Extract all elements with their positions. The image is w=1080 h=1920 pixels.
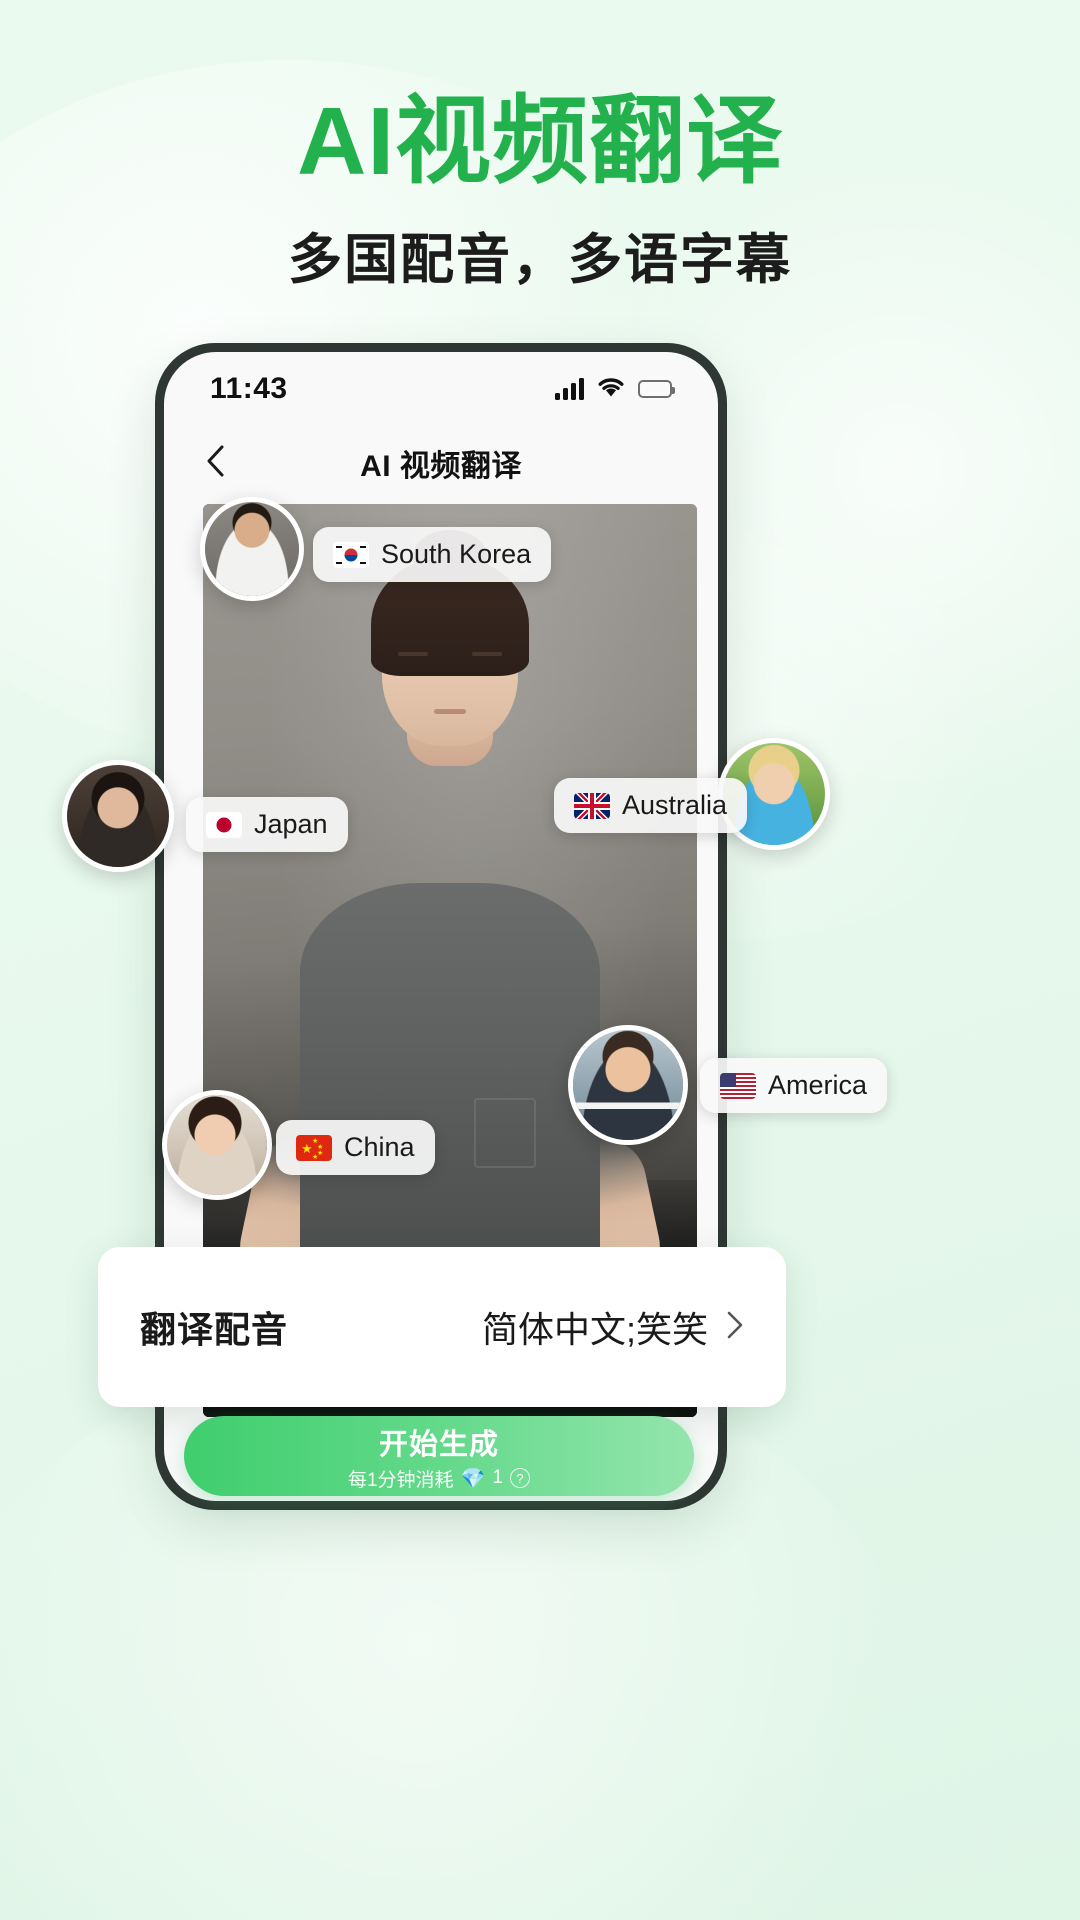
pill-label-china: China — [344, 1132, 415, 1162]
video-subject-mouth — [434, 709, 466, 714]
flag-america-icon — [720, 1072, 756, 1099]
video-subject-eye-right — [472, 652, 502, 656]
pill-label-japan: Japan — [254, 809, 328, 839]
pill-america[interactable]: America — [700, 1058, 888, 1113]
nav-title: AI 视频翻译 — [360, 450, 522, 483]
generate-cost-amount: 1 — [492, 1467, 504, 1488]
wifi-icon — [597, 376, 625, 402]
page-title: AI视频翻译 — [297, 88, 783, 195]
translation-dubbing-value: 简体中文;笑笑 — [481, 1309, 708, 1350]
generate-cost-row: 每1分钟消耗 💎 1 ? — [347, 1465, 531, 1492]
video-subject-shirt-pocket — [474, 1098, 536, 1169]
translation-dubbing-value-group[interactable]: 简体中文;笑笑 — [482, 1301, 744, 1353]
gem-icon: 💎 — [460, 1467, 486, 1490]
status-bar-time: 11:43 — [210, 372, 288, 405]
avatar-american-man[interactable] — [568, 1025, 688, 1145]
chevron-right-icon — [726, 1310, 744, 1345]
status-bar-icons — [555, 376, 675, 402]
generate-cost-prefix: 每1分钟消耗 — [347, 1469, 454, 1491]
flag-australia-icon — [574, 792, 610, 819]
pill-label-australia: Australia — [622, 790, 728, 820]
signal-bars-icon — [555, 378, 584, 400]
pill-south-korea[interactable]: South Korea — [313, 527, 552, 582]
start-generate-button[interactable]: 开始生成 每1分钟消耗 💎 1 ? — [184, 1416, 694, 1496]
flag-china-icon: ★ ★ ★ ★ ★ — [296, 1134, 332, 1161]
start-generate-label: 开始生成 — [378, 1428, 499, 1461]
question-mark-icon[interactable]: ? — [510, 1468, 531, 1488]
pill-label-america: America — [768, 1070, 868, 1100]
battery-icon — [638, 380, 675, 398]
avatar-chinese-woman[interactable] — [162, 1090, 272, 1200]
video-subject-eye-left — [398, 652, 428, 656]
pill-japan[interactable]: Japan — [186, 797, 348, 852]
avatar-korean-man[interactable] — [200, 497, 304, 601]
nav-bar: AI 视频翻译 — [164, 426, 718, 500]
status-bar: 11:43 — [164, 352, 718, 426]
pill-china[interactable]: ★ ★ ★ ★ ★ China — [276, 1120, 435, 1175]
flag-south-korea-icon — [333, 541, 369, 568]
pill-label-south-korea: South Korea — [381, 539, 532, 569]
avatar-japanese-woman[interactable] — [62, 760, 174, 872]
translation-dubbing-label: 翻译配音 — [140, 1309, 289, 1350]
flag-japan-icon — [206, 811, 242, 838]
translation-dubbing-row[interactable]: 翻译配音 简体中文;笑笑 — [98, 1247, 786, 1407]
pill-australia[interactable]: Australia — [554, 778, 748, 833]
page-subtitle: 多国配音，多语字幕 — [288, 230, 792, 290]
